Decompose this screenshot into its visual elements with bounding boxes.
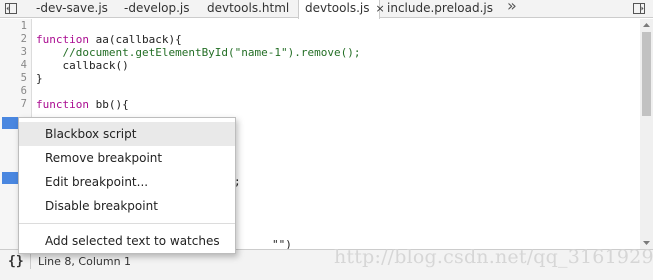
vertical-scrollbar[interactable] [640, 19, 653, 249]
status-divider [30, 253, 31, 269]
cursor-position: Line 8, Column 1 [38, 255, 132, 268]
context-menu: Blackbox script Remove breakpoint Edit b… [18, 117, 236, 254]
sidebar-toggle-icon[interactable] [2, 0, 20, 17]
menu-item-blackbox-script[interactable]: Blackbox script [19, 122, 235, 146]
tab-develop[interactable]: -develop.js [118, 0, 190, 18]
menu-item-edit-breakpoint[interactable]: Edit breakpoint... [19, 170, 235, 194]
code-line[interactable]: } [36, 71, 43, 86]
tab-devtools-js[interactable]: devtools.js × [298, 0, 385, 19]
tab-devtools-html[interactable]: devtools.html [201, 0, 289, 18]
menu-separator [19, 223, 235, 224]
watermark: http://blog.csdn.net/qq_31619295 [334, 246, 653, 268]
code-line[interactable]: function bb(){ [36, 97, 129, 112]
tab-dev-save[interactable]: -dev-save.js [30, 0, 108, 18]
menu-item-disable-breakpoint[interactable]: Disable breakpoint [19, 194, 235, 218]
tab-overflow-button[interactable]: » [507, 0, 517, 17]
tab-label: include.preload.js [387, 1, 494, 15]
tab-label: -develop.js [124, 1, 190, 15]
tab-include-preload[interactable]: include.preload.js [381, 0, 493, 18]
code-line[interactable]: callback() [36, 58, 128, 73]
code-text: bb(){ [88, 98, 129, 111]
tab-label: -dev-save.js [36, 1, 108, 15]
tab-label: devtools.html [207, 1, 290, 15]
tab-bar: -dev-save.js -develop.js devtools.html d… [0, 0, 653, 19]
scroll-up-icon[interactable] [640, 19, 653, 31]
keyword: function [36, 98, 89, 111]
menu-item-add-to-watches[interactable]: Add selected text to watches [19, 229, 235, 253]
scrollbar-thumb[interactable] [642, 32, 651, 116]
pretty-print-button[interactable]: {} [8, 254, 24, 269]
line-number[interactable]: 7 [21, 97, 27, 112]
panel-toggle-icon[interactable] [630, 0, 648, 17]
menu-item-remove-breakpoint[interactable]: Remove breakpoint [19, 146, 235, 170]
tab-label: devtools.js [305, 1, 370, 15]
code-fragment[interactable]: "") [272, 237, 292, 249]
